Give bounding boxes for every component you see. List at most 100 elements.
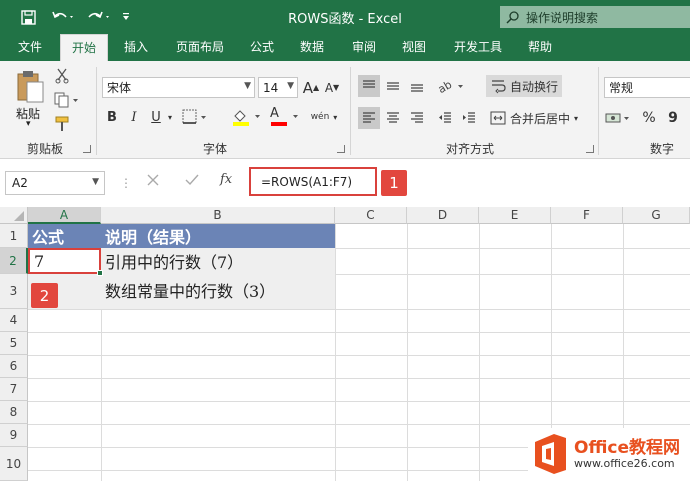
select-all-corner[interactable]: [0, 207, 28, 224]
paste-dropdown-icon[interactable]: ▾: [26, 119, 31, 129]
row-header-4[interactable]: 4: [0, 309, 28, 332]
italic-button[interactable]: I: [126, 107, 142, 127]
decrease-indent-icon[interactable]: [434, 107, 456, 129]
alignment-launcher-icon[interactable]: [586, 145, 594, 153]
formula-bar: A2 ▼ ⋮ fx =ROWS(A1:F7) 1: [0, 159, 690, 207]
increase-indent-icon[interactable]: [458, 107, 480, 129]
chevron-down-icon: ▼: [287, 81, 294, 91]
chevron-down-icon: ▼: [244, 81, 251, 91]
percent-style-button[interactable]: %: [640, 107, 658, 129]
annotation-badge-1: 1: [381, 170, 407, 196]
cell-b1[interactable]: 说明（结果）: [101, 224, 335, 248]
clipboard-group-label: 剪贴板: [26, 142, 63, 156]
watermark-url: www.office26.com: [574, 457, 675, 470]
merge-center-button[interactable]: 合并后居中 ▾: [486, 107, 582, 129]
paste-icon[interactable]: [12, 67, 48, 107]
font-size-select[interactable]: 14 ▼: [258, 77, 298, 98]
comma-style-button[interactable]: 9: [664, 107, 682, 129]
column-header-g[interactable]: G: [623, 207, 690, 224]
tab-developer[interactable]: 开发工具: [446, 34, 510, 61]
font-name-value: 宋体: [107, 81, 132, 95]
annotation-badge-2: 2: [31, 283, 58, 308]
cell-a1[interactable]: 公式: [28, 224, 101, 248]
tab-home[interactable]: 开始: [60, 34, 108, 61]
formula-bar-grip-icon: ⋮: [120, 176, 132, 190]
row-header-2[interactable]: 2: [0, 248, 28, 274]
tell-me-search[interactable]: 操作说明搜索: [500, 6, 690, 28]
insert-function-button[interactable]: fx: [220, 172, 232, 187]
font-color-button[interactable]: A: [268, 106, 302, 127]
borders-icon[interactable]: [180, 107, 210, 127]
row-header-9[interactable]: 9: [0, 424, 28, 447]
chevron-down-icon: ▼: [92, 177, 99, 187]
redo-icon[interactable]: [84, 7, 114, 27]
font-size-value: 14: [263, 80, 279, 95]
customize-toolbar-icon[interactable]: [118, 7, 134, 27]
phonetic-guide-button[interactable]: wén ▾: [306, 105, 342, 129]
tab-page-layout[interactable]: 页面布局: [166, 34, 234, 61]
row-header-7[interactable]: 7: [0, 378, 28, 401]
tell-me-text: 操作说明搜索: [526, 10, 599, 25]
fill-color-icon[interactable]: [230, 107, 264, 127]
office-logo-icon: [535, 434, 566, 474]
fill-handle[interactable]: [97, 270, 103, 276]
font-launcher-icon[interactable]: [337, 145, 345, 153]
font-name-select[interactable]: 宋体 ▼: [102, 77, 255, 98]
tab-view[interactable]: 视图: [394, 34, 434, 61]
tab-formulas[interactable]: 公式: [242, 34, 282, 61]
cancel-icon[interactable]: [146, 173, 160, 190]
tab-file[interactable]: 文件: [8, 34, 52, 61]
alignment-group-label: 对齐方式: [445, 142, 494, 156]
name-box[interactable]: A2 ▼: [5, 171, 105, 195]
grow-font-button[interactable]: A ▲: [301, 77, 321, 98]
underline-button[interactable]: U: [148, 107, 164, 127]
align-right-icon[interactable]: [406, 107, 428, 129]
column-header-e[interactable]: E: [479, 207, 551, 224]
wrap-text-button[interactable]: 自动换行: [486, 75, 562, 97]
formula-input[interactable]: =ROWS(A1:F7): [249, 167, 377, 196]
clipboard-launcher-icon[interactable]: [83, 145, 91, 153]
row-header-10[interactable]: 10: [0, 447, 28, 481]
save-icon[interactable]: [18, 7, 38, 27]
column-header-b[interactable]: B: [101, 207, 335, 224]
enter-icon[interactable]: [184, 173, 200, 190]
column-header-d[interactable]: D: [407, 207, 479, 224]
cell-b3[interactable]: 数组常量中的行数（3）: [101, 274, 335, 309]
row-header-8[interactable]: 8: [0, 401, 28, 424]
align-middle-icon[interactable]: [382, 75, 404, 97]
align-center-icon[interactable]: [382, 107, 404, 129]
font-group-label: 字体: [202, 142, 227, 156]
number-format-select[interactable]: 常规: [604, 77, 690, 98]
tab-data[interactable]: 数据: [292, 34, 332, 61]
row-header-5[interactable]: 5: [0, 332, 28, 355]
watermark-brand: Office教程网: [574, 438, 681, 458]
row-header-6[interactable]: 6: [0, 355, 28, 378]
align-left-icon[interactable]: [358, 107, 380, 129]
copy-icon[interactable]: [52, 91, 82, 109]
column-header-c[interactable]: C: [335, 207, 407, 224]
bold-button[interactable]: B: [104, 107, 120, 127]
undo-icon[interactable]: [48, 7, 78, 27]
number-group-label: 数字: [649, 142, 674, 156]
wrap-text-icon: [491, 80, 506, 94]
number-format-value: 常规: [609, 81, 634, 95]
accounting-format-icon[interactable]: [604, 107, 634, 129]
shrink-font-button[interactable]: A ▼: [322, 77, 342, 98]
tab-help[interactable]: 帮助: [518, 34, 562, 61]
row-header-1[interactable]: 1: [0, 224, 28, 248]
align-top-icon[interactable]: [358, 75, 380, 97]
cell-a2[interactable]: 7: [28, 248, 101, 274]
cut-icon[interactable]: [52, 67, 72, 85]
align-bottom-icon[interactable]: [406, 75, 428, 97]
column-header-f[interactable]: F: [551, 207, 623, 224]
cell-b2[interactable]: 引用中的行数（7）: [101, 248, 335, 274]
column-header-a[interactable]: A: [28, 207, 101, 224]
worksheet-grid: A B C D E F G 1 2 3 4 5 6 7 8 9 10 公式 说明…: [0, 207, 690, 481]
row-header-3[interactable]: 3: [0, 274, 28, 309]
underline-dropdown-icon[interactable]: ▾: [165, 107, 175, 127]
name-box-value: A2: [12, 176, 28, 190]
orientation-icon[interactable]: ab: [434, 75, 472, 97]
format-painter-icon[interactable]: [52, 115, 72, 133]
tab-insert[interactable]: 插入: [114, 34, 158, 61]
tab-review[interactable]: 审阅: [344, 34, 384, 61]
